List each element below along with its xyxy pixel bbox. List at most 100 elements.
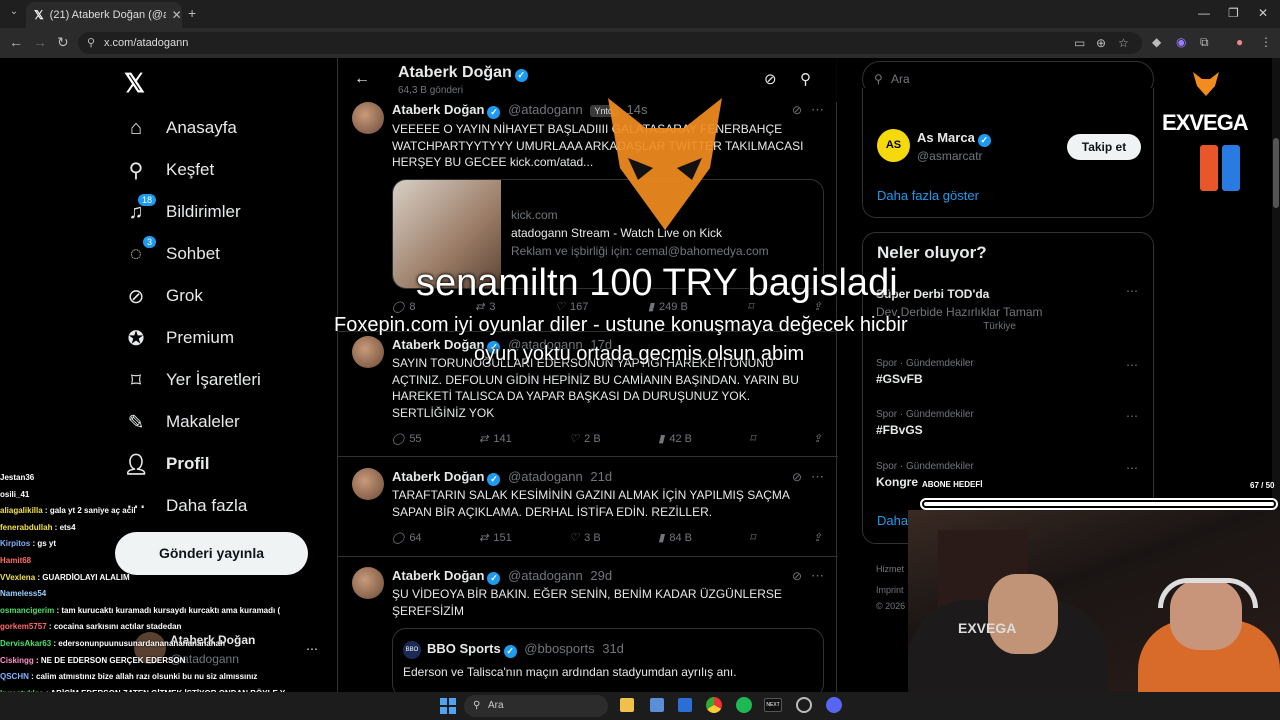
forward-icon[interactable]: → xyxy=(33,34,47,50)
grok-tweet-icon[interactable]: ⊘ xyxy=(792,569,802,583)
views-button[interactable]: ▮ 42 B xyxy=(658,432,692,446)
bookmark-button[interactable]: ⌑ xyxy=(750,531,756,544)
tweet[interactable]: Ataberk Doğan ✓ @atadogann 21d ⊘ ⋯ TARAFT… xyxy=(338,458,838,557)
repost-button[interactable]: ⇄ 141 xyxy=(479,432,512,446)
extension-2-icon[interactable]: ◉ xyxy=(1176,35,1186,49)
grok-header-icon[interactable]: ⊘ xyxy=(764,70,777,88)
url-input[interactable]: ⚲ x.com/atadogann ▭ ⊕ ☆ xyxy=(78,32,1142,54)
maximize-icon[interactable]: ❐ xyxy=(1228,6,1239,20)
trend-item[interactable]: Süper Derbi TOD'da Dev Derbide Hazırlıkl… xyxy=(876,284,1146,332)
reply-button[interactable]: ◯ 55 xyxy=(392,432,422,446)
tweet-avatar[interactable] xyxy=(352,336,384,368)
trend-more-icon[interactable]: ⋯ xyxy=(1126,358,1138,372)
minimize-icon[interactable]: — xyxy=(1198,6,1210,20)
nav-articles[interactable]: ✎ Makaleler xyxy=(124,410,240,434)
chrome-icon[interactable] xyxy=(706,697,722,713)
reply-button[interactable]: ◯ 8 xyxy=(392,300,415,314)
nav-chat[interactable]: ◌ 3 Sohbet xyxy=(124,236,220,266)
nav-notifications[interactable]: ♫ 18 Bildirimler xyxy=(124,194,241,224)
mail-icon[interactable] xyxy=(678,698,692,712)
back-icon[interactable]: ← xyxy=(9,34,23,50)
tweet-author[interactable]: Ataberk Doğan xyxy=(392,568,484,583)
tweet-handle[interactable]: @atadogann xyxy=(508,102,583,117)
tweet-author[interactable]: Ataberk Doğan xyxy=(392,337,484,352)
show-more-link[interactable]: Daha fazla göster xyxy=(877,188,979,203)
start-tile-icon xyxy=(440,707,447,714)
tweet-handle[interactable]: @atadogann xyxy=(508,568,583,583)
share-button[interactable]: ⇪ xyxy=(813,531,822,544)
suggest-name-text[interactable]: As Marca xyxy=(917,130,975,145)
search-header-icon[interactable]: ⚲ xyxy=(800,70,811,88)
tweet-author[interactable]: Ataberk Doğan xyxy=(392,102,484,117)
store-icon[interactable] xyxy=(650,698,664,712)
bookmark-button[interactable]: ⌑ xyxy=(750,432,756,445)
trend-item[interactable]: Spor · Gündemdekiler Kongre ⋯ xyxy=(876,461,1146,489)
tweet-avatar[interactable] xyxy=(352,102,384,134)
start-icon[interactable] xyxy=(440,698,456,714)
window-close-icon[interactable]: ✕ xyxy=(1258,6,1268,20)
share-button[interactable]: ⇪ xyxy=(813,432,822,445)
next-app-icon[interactable]: NEXT xyxy=(764,698,782,712)
follow-button[interactable]: Takip et xyxy=(1067,134,1141,160)
scrollbar-thumb[interactable] xyxy=(1273,138,1279,208)
tweet-time[interactable]: 29d xyxy=(590,568,612,583)
x-logo-icon[interactable]: 𝕏 xyxy=(124,68,145,99)
grok-tweet-icon[interactable]: ⊘ xyxy=(792,470,802,484)
footer-link[interactable]: Imprint xyxy=(876,585,904,595)
zoom-icon[interactable]: ⊕ xyxy=(1096,32,1106,54)
like-button[interactable]: ♡ 3 B xyxy=(569,531,600,545)
trend-more-icon[interactable]: ⋯ xyxy=(1126,284,1138,298)
nav-explore[interactable]: ⚲ Keşfet xyxy=(124,158,215,182)
reload-icon[interactable]: ↻ xyxy=(57,34,69,51)
app-icon[interactable] xyxy=(796,697,812,713)
extension-icon[interactable]: ◆ xyxy=(1152,35,1161,49)
tab-close-icon[interactable]: ✕ xyxy=(172,8,182,22)
nav-grok[interactable]: ⊘ Grok xyxy=(124,284,203,308)
trend-more-icon[interactable]: ⋯ xyxy=(1126,409,1138,423)
chat-message: Hamit68 xyxy=(0,553,310,570)
trend-item[interactable]: Spor · Gündemdekiler #FBvGS ⋯ xyxy=(876,409,1146,437)
footer-link[interactable]: Hizmet xyxy=(876,564,904,574)
browser-tab[interactable]: 𝕏 (21) Ataberk Doğan (@atadoga ✕ xyxy=(26,2,182,28)
browser-menu-icon[interactable]: ⋮ xyxy=(1260,35,1272,49)
tweet-more-icon[interactable]: ⋯ xyxy=(811,102,824,118)
spotify-icon[interactable] xyxy=(736,697,752,713)
grok-tweet-icon[interactable]: ⊘ xyxy=(792,103,802,117)
file-explorer-icon[interactable] xyxy=(620,698,634,712)
nav-home[interactable]: ⌂ Anasayfa xyxy=(124,116,237,140)
tweet-author[interactable]: Ataberk Doğan xyxy=(392,469,484,484)
cast-icon[interactable]: ▭ xyxy=(1074,32,1085,54)
as-marca-avatar[interactable]: AS xyxy=(877,129,910,162)
nav-premium[interactable]: ✪ Premium xyxy=(124,326,234,350)
reply-button[interactable]: ◯ 64 xyxy=(392,531,422,545)
like-button[interactable]: ♡ 2 B xyxy=(569,432,600,446)
discord-icon[interactable] xyxy=(826,697,842,713)
tweet[interactable]: Ataberk Doğan ✓ @atadogann 29d ⊘ ⋯ ŞU VİD… xyxy=(338,558,838,692)
tweet-time[interactable]: 21d xyxy=(590,469,612,484)
back-arrow-icon[interactable]: ← xyxy=(354,70,370,88)
tweet-more-icon[interactable]: ⋯ xyxy=(811,568,824,584)
trend-item[interactable]: Spor · Gündemdekiler #GSvFB ⋯ xyxy=(876,358,1146,386)
trend-more-icon[interactable]: ⋯ xyxy=(1126,461,1138,475)
tweet-avatar[interactable] xyxy=(352,468,384,500)
taskbar-search-icon: ⚲ xyxy=(473,700,481,711)
taskbar-search[interactable]: ⚲ Ara xyxy=(464,695,608,717)
browser-tab-bar: ⌄ 𝕏 (21) Ataberk Doğan (@atadoga ✕ + — ❐… xyxy=(0,0,1280,28)
heart-icon: ♡ xyxy=(569,532,580,544)
tab-search-icon[interactable]: ⌄ xyxy=(6,6,22,22)
tweet-avatar[interactable] xyxy=(352,567,384,599)
tweet-handle[interactable]: @atadogann xyxy=(508,469,583,484)
repost-button[interactable]: ⇄ 151 xyxy=(479,531,512,545)
chat-username: Kirpitos xyxy=(0,539,31,549)
bookmark-star-icon[interactable]: ☆ xyxy=(1118,32,1129,54)
trends-show-more-link[interactable]: Daha xyxy=(877,513,908,528)
trend-extra: Türkiye xyxy=(983,321,1016,332)
profile-avatar-icon[interactable]: ● xyxy=(1236,35,1243,49)
extensions-puzzle-icon[interactable]: ⧉ xyxy=(1200,35,1209,50)
site-info-icon[interactable]: ⚲ xyxy=(87,32,95,54)
nav-bookmarks[interactable]: ⌑ Yer İşaretleri xyxy=(124,368,261,392)
tweet-more-icon[interactable]: ⋯ xyxy=(811,469,824,485)
views-button[interactable]: ▮ 84 B xyxy=(658,531,692,545)
quote-tweet[interactable]: BBO BBO Sports ✓ @bbosports 31d Ederson v… xyxy=(392,628,824,692)
new-tab-icon[interactable]: + xyxy=(188,5,196,21)
